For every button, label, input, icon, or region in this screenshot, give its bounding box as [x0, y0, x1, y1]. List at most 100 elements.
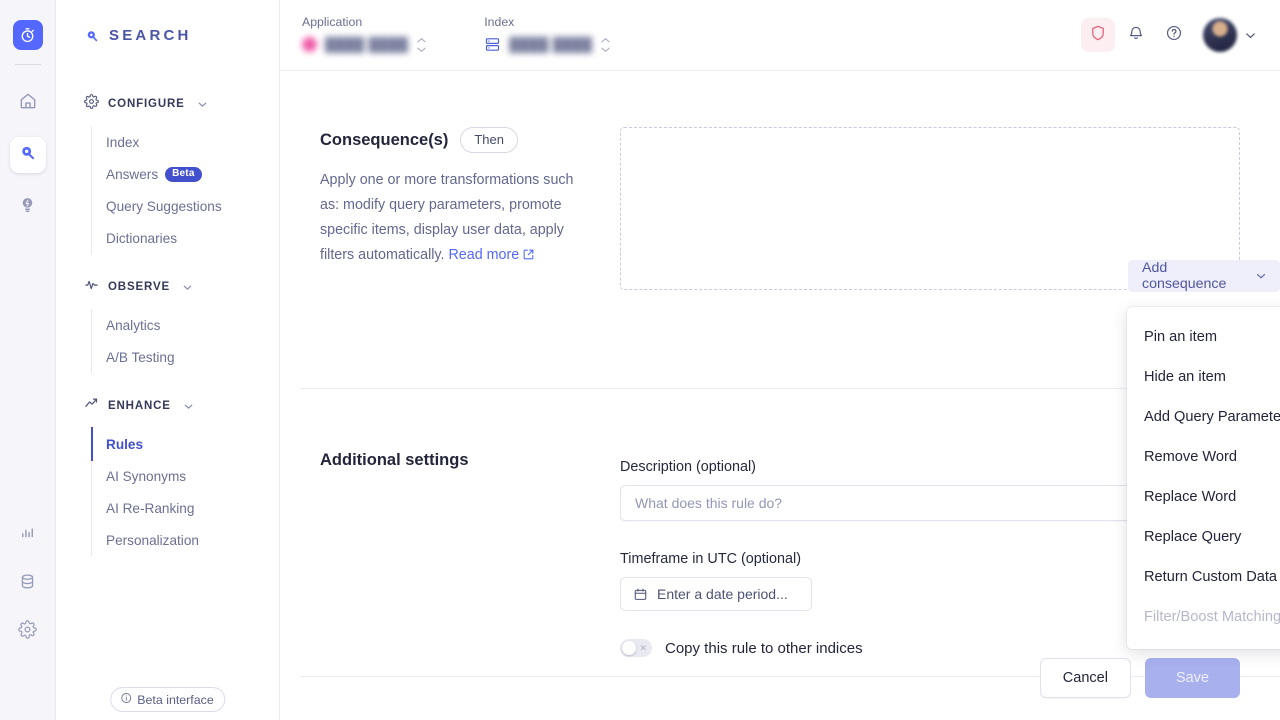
sidebar-item-dictionaries[interactable]: Dictionaries [92, 222, 279, 254]
app-root: SEARCH CONFIGURE Index Answers Beta Quer… [0, 0, 1280, 720]
sidebar-item-label: Dictionaries [106, 230, 178, 246]
shield-icon [1089, 24, 1107, 47]
then-chip: Then [460, 127, 518, 153]
sidebar-item-label: Personalization [106, 532, 199, 548]
topbar: Application ████ ████ Index ████ ████ [280, 0, 1280, 71]
application-label: Application [302, 14, 363, 29]
topbar-actions [1081, 18, 1258, 52]
toggle-knob [622, 641, 636, 655]
menu-item-replace-query[interactable]: Replace Query [1127, 517, 1280, 557]
sidebar-group-header-configure[interactable]: CONFIGURE [56, 91, 279, 117]
rail-item-analytics[interactable] [10, 518, 46, 554]
external-link-icon [522, 248, 535, 261]
index-selector[interactable]: Index ████ ████ [484, 15, 611, 56]
index-stack-icon [484, 36, 501, 53]
consequences-heading: Consequence(s) Then [320, 127, 620, 153]
beta-interface-chip[interactable]: Beta interface [110, 687, 226, 712]
add-consequence-label: Add consequence [1142, 260, 1227, 292]
sidebar-group-label: ENHANCE [108, 400, 171, 412]
footer-actions: Cancel Save [1039, 658, 1240, 698]
sidebar-group-items-observe: Analytics A/B Testing [91, 309, 279, 373]
left-icon-rail [0, 0, 56, 720]
index-label: Index [484, 14, 515, 29]
gear-icon [84, 94, 99, 114]
chevron-down-icon [1254, 269, 1268, 283]
sidebar-item-ab-testing[interactable]: A/B Testing [92, 341, 279, 373]
security-shield-button[interactable] [1081, 18, 1115, 52]
gear-icon [18, 620, 37, 644]
help-circle-icon [1165, 24, 1183, 47]
sidebar-group-header-observe[interactable]: OBSERVE [56, 274, 279, 300]
description-placeholder: What does this rule do? [635, 495, 783, 511]
add-consequence-menu: Pin an item Hide an item Add Query Param… [1127, 307, 1280, 649]
sidebar-group-observe: OBSERVE Analytics A/B Testing [56, 274, 279, 373]
menu-item-return-custom-data[interactable]: Return Custom Data [1127, 557, 1280, 597]
sidebar-group-enhance: ENHANCE Rules AI Synonyms AI Re-Ranking [56, 393, 279, 556]
consequences-description-text: Apply one or more transformations such a… [320, 172, 574, 263]
sidebar-brand-label: SEARCH [109, 27, 192, 44]
search-icon [84, 28, 100, 44]
chevron-updown-icon[interactable] [416, 37, 427, 53]
chevron-updown-icon[interactable] [600, 37, 611, 53]
sidebar-nav: CONFIGURE Index Answers Beta Query Sugge… [56, 91, 279, 556]
index-value: ████ ████ [509, 37, 593, 52]
copy-rule-toggle[interactable]: ✕ [620, 639, 652, 657]
rail-divider [14, 64, 41, 65]
help-button[interactable] [1157, 18, 1191, 52]
menu-item-filter-boost-matching-attributes: Filter/Boost Matching Attributes [1144, 609, 1280, 625]
close-icon: ✕ [639, 642, 647, 653]
read-more-link[interactable]: Read more [448, 247, 519, 263]
info-circle-icon [120, 692, 132, 707]
rail-item-home[interactable] [10, 85, 46, 121]
consequences-section: Consequence(s) Then Apply one or more tr… [280, 71, 1280, 290]
menu-item-add-query-parameter[interactable]: Add Query Parameter [1127, 397, 1280, 437]
rule-editor-content: Consequence(s) Then Apply one or more tr… [280, 71, 1280, 720]
copy-rule-toggle-label: Copy this rule to other indices [665, 639, 863, 657]
sidebar-item-answers[interactable]: Answers Beta [92, 158, 279, 190]
database-icon [18, 572, 37, 596]
menu-item-replace-word[interactable]: Replace Word [1127, 477, 1280, 517]
chevron-down-icon [1243, 28, 1258, 43]
sidebar-item-rules[interactable]: Rules [91, 427, 279, 461]
sidebar-item-analytics[interactable]: Analytics [92, 309, 279, 341]
application-selector[interactable]: Application ████ ████ [302, 15, 427, 56]
sidebar-item-label: A/B Testing [106, 349, 175, 365]
timeframe-input[interactable]: Enter a date period... [620, 577, 812, 611]
additional-settings-heading: Additional settings [320, 451, 469, 469]
menu-item-pin-an-item[interactable]: Pin an item [1127, 317, 1280, 357]
sidebar: SEARCH CONFIGURE Index Answers Beta Quer… [56, 0, 280, 720]
menu-item-remove-word[interactable]: Remove Word [1127, 437, 1280, 477]
algolia-logo[interactable] [12, 20, 43, 50]
rail-bottom-group [0, 518, 55, 662]
notifications-button[interactable] [1119, 18, 1153, 52]
rail-item-data-sources[interactable] [10, 566, 46, 602]
chevron-down-icon [196, 98, 209, 111]
add-consequence-button[interactable]: Add consequence [1128, 260, 1280, 292]
beta-interface-label: Beta interface [137, 692, 214, 707]
sidebar-item-label: Answers [106, 166, 159, 182]
sidebar-item-ai-re-ranking[interactable]: AI Re-Ranking [92, 492, 279, 524]
sidebar-item-index[interactable]: Index [92, 126, 279, 158]
bell-icon [1127, 24, 1145, 47]
chevron-down-icon [182, 400, 195, 413]
sidebar-group-label: OBSERVE [108, 281, 170, 293]
additional-settings-info: Additional settings [320, 451, 620, 657]
sidebar-item-label: Index [106, 134, 140, 150]
application-value: ████ ████ [302, 37, 408, 52]
consequences-description: Apply one or more transformations such a… [320, 168, 582, 268]
sidebar-item-label: Query Suggestions [106, 198, 222, 214]
sidebar-item-personalization[interactable]: Personalization [92, 524, 279, 556]
rail-item-search[interactable] [9, 137, 46, 173]
pulse-icon [84, 277, 99, 297]
menu-item-hide-an-item[interactable]: Hide an item [1127, 357, 1280, 397]
rail-item-recommend[interactable] [10, 189, 46, 225]
sidebar-item-ai-synonyms[interactable]: AI Synonyms [92, 460, 279, 492]
cancel-button[interactable]: Cancel [1039, 658, 1131, 698]
page-title: Consequence(s) [320, 130, 449, 149]
rail-item-settings[interactable] [10, 614, 46, 650]
sidebar-item-query-suggestions[interactable]: Query Suggestions [92, 190, 279, 222]
user-menu[interactable] [1203, 18, 1258, 52]
save-button[interactable]: Save [1144, 658, 1240, 698]
sidebar-group-header-enhance[interactable]: ENHANCE [56, 393, 279, 419]
sidebar-item-label: AI Synonyms [106, 468, 187, 484]
